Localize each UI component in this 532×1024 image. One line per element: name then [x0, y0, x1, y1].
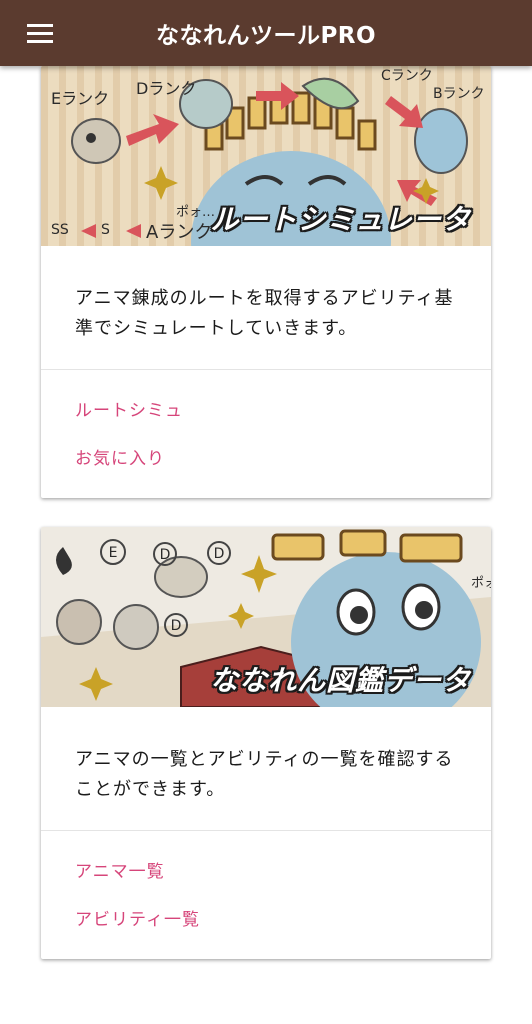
encyclopedia-card: E D D D ポォ… ななれん図鑑データ アニマの一覧とアビリティの一覧を確認… — [41, 527, 491, 959]
route-simulator-card: Eランク Dランク Cランク Bランク Aランク SS S ポォ… ルートシミュ… — [41, 66, 491, 498]
a-rank-label: Aランク — [146, 222, 212, 243]
anima-list-link[interactable]: アニマ一覧 — [75, 855, 457, 903]
sound-effect-label: ポォ… — [176, 205, 215, 220]
encyclopedia-banner: E D D D ポォ… ななれん図鑑データ — [41, 527, 491, 707]
route-simulator-banner-title: ルートシミュレータ — [210, 203, 471, 236]
d-letter-label-3: D — [171, 618, 182, 634]
ability-list-link[interactable]: アビリティ一覧 — [75, 903, 457, 951]
c-rank-label: Cランク — [381, 68, 433, 84]
app-title: ななれんツールPRO — [155, 23, 377, 49]
encyclopedia-description: アニマの一覧とアビリティの一覧を確認することができます。 — [41, 707, 491, 831]
favorites-link[interactable]: お気に入り — [75, 442, 457, 490]
d-letter-label-1: D — [160, 547, 171, 563]
d-letter-label-2: D — [214, 546, 225, 562]
e-rank-label: Eランク — [51, 89, 109, 108]
sound-effect-label-2: ポォ… — [471, 576, 491, 591]
route-simulator-link[interactable]: ルートシミュ — [75, 394, 457, 442]
route-simulator-banner: Eランク Dランク Cランク Bランク Aランク SS S ポォ… ルートシミュ… — [41, 66, 491, 246]
encyclopedia-banner-title: ななれん図鑑データ — [209, 664, 471, 697]
b-rank-label: Bランク — [433, 86, 485, 102]
app-bar: ななれんツールPRO — [0, 0, 532, 66]
route-simulator-actions: ルートシミュ お気に入り — [41, 370, 491, 490]
hamburger-menu-icon[interactable] — [22, 14, 60, 52]
e-letter-label: E — [109, 545, 118, 561]
d-rank-label: Dランク — [136, 79, 196, 98]
encyclopedia-actions: アニマ一覧 アビリティ一覧 — [41, 831, 491, 951]
ss-rank-label: SS — [51, 222, 69, 238]
s-rank-label: S — [101, 222, 110, 238]
route-simulator-description: アニマ錬成のルートを取得するアビリティ基準でシミュレートしていきます。 — [41, 246, 491, 370]
